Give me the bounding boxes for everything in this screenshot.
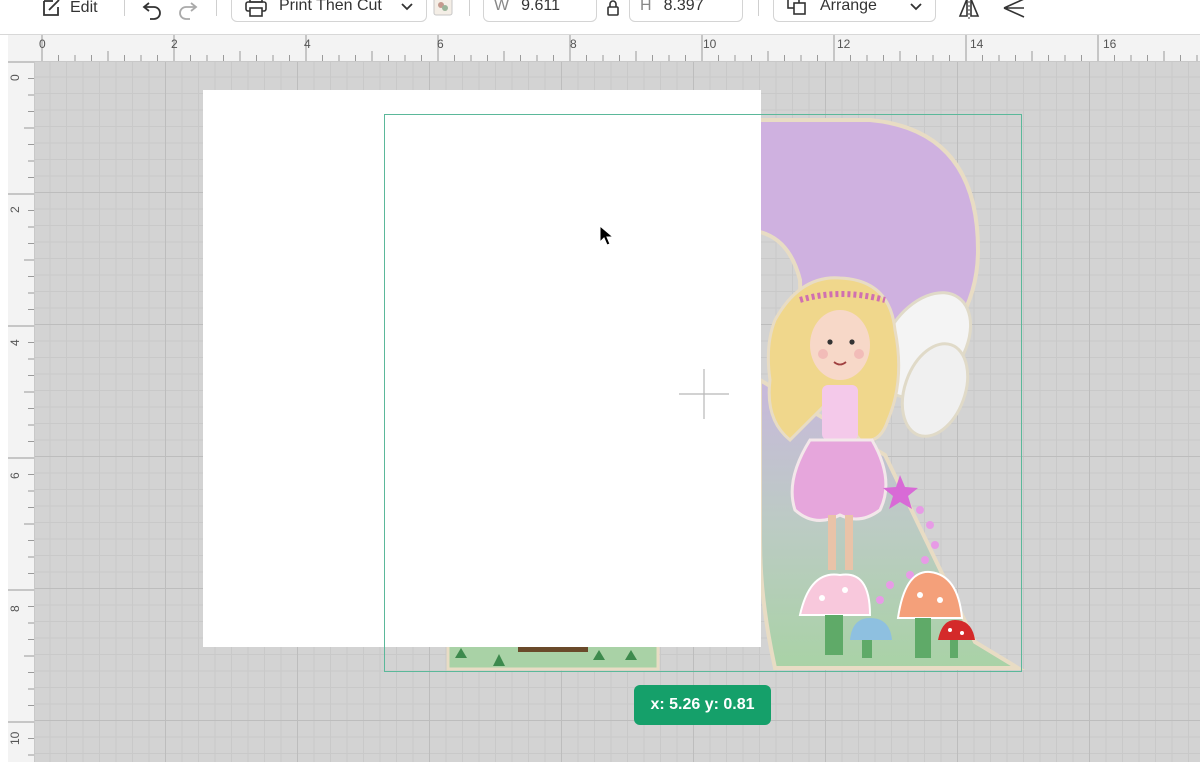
crosshair-icon [679,369,729,419]
cursor-icon [599,225,615,246]
coordinate-readout: x: 5.26 y: 0.81 [634,685,771,725]
